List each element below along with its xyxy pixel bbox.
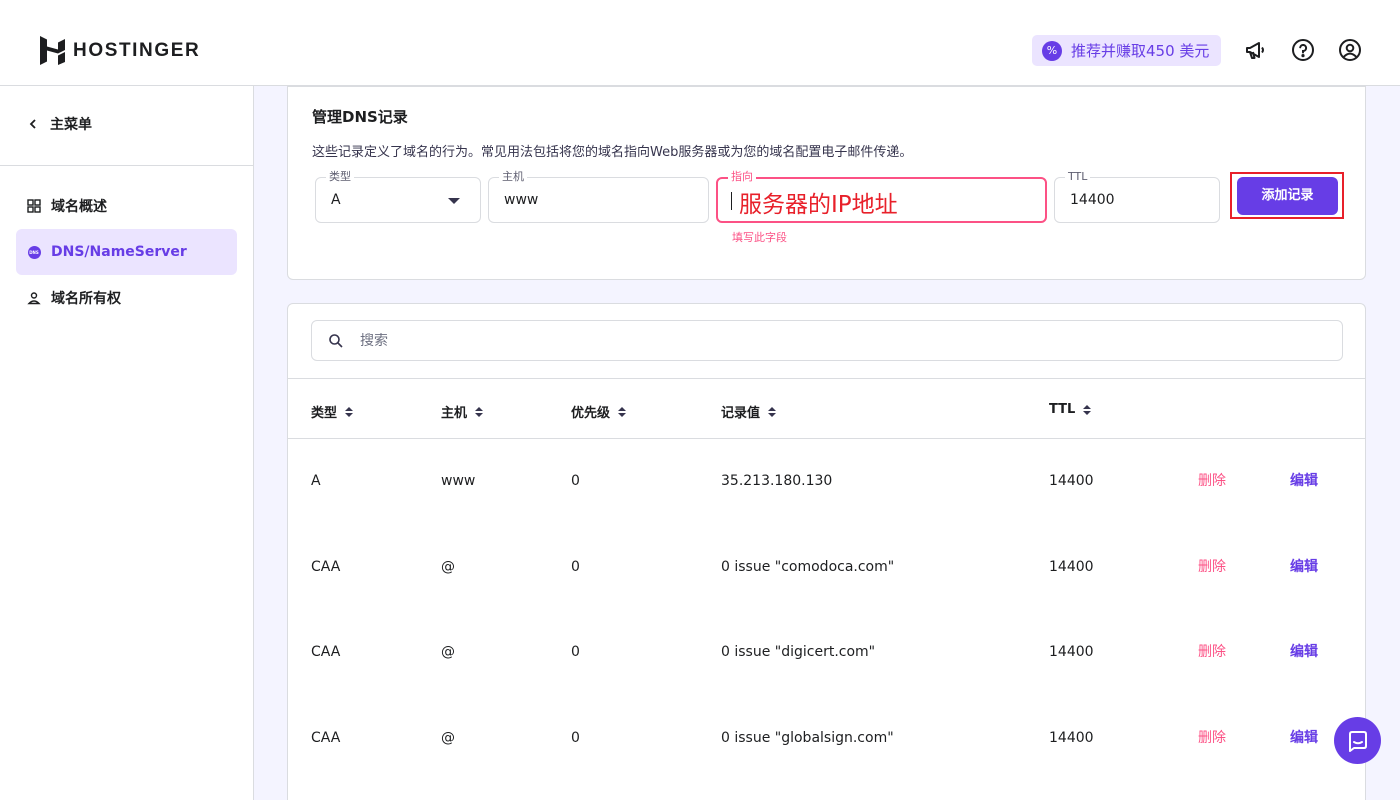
cell-host: www xyxy=(441,473,476,489)
cell-value: 0 issue "globalsign.com" xyxy=(721,730,894,746)
sidebar: 主菜单 域名概述 DNS DNS/NameServer 域名所有权 xyxy=(0,86,254,800)
sidebar-item-label: DNS/NameServer xyxy=(51,244,187,260)
cell-ttl: 14400 xyxy=(1049,730,1094,746)
ttl-label: TTL xyxy=(1065,170,1091,184)
column-header-label: TTL xyxy=(1049,402,1076,417)
help-icon[interactable] xyxy=(1291,38,1315,62)
column-header-ttl[interactable]: TTL xyxy=(1049,402,1092,417)
cell-priority: 0 xyxy=(571,559,580,575)
cell-type: CAA xyxy=(311,730,341,746)
column-header-label: 优先级 xyxy=(571,406,611,421)
column-header-type[interactable]: 类型 xyxy=(311,402,354,421)
grid-icon xyxy=(27,199,41,213)
table-row: CAA @ 0 0 issue "digicert.com" 14400 删除 … xyxy=(288,609,1365,695)
chat-icon xyxy=(1348,730,1367,752)
user-icon xyxy=(27,291,41,305)
cell-ttl: 14400 xyxy=(1049,473,1094,489)
cell-value: 0 issue "comodoca.com" xyxy=(721,559,895,575)
edit-button[interactable]: 编辑 xyxy=(1290,695,1318,781)
search-box[interactable] xyxy=(311,320,1343,361)
cell-host: @ xyxy=(441,559,455,575)
type-label: 类型 xyxy=(326,170,354,184)
hostinger-logo-icon xyxy=(40,36,65,65)
cell-type: A xyxy=(311,473,321,489)
delete-button[interactable]: 删除 xyxy=(1198,438,1226,524)
column-header-host[interactable]: 主机 xyxy=(441,402,484,421)
account-icon[interactable] xyxy=(1338,38,1362,62)
cell-type: CAA xyxy=(311,559,341,575)
delete-button[interactable]: 删除 xyxy=(1198,609,1226,695)
dns-records-card: 类型 主机 优先级 记录值 TTL A www 0 35.213.180.130… xyxy=(287,303,1366,800)
sidebar-item-dns[interactable]: DNS DNS/NameServer xyxy=(16,229,237,275)
search-icon xyxy=(329,333,343,348)
type-value: A xyxy=(331,192,341,208)
edit-button[interactable]: 编辑 xyxy=(1290,609,1318,695)
cell-priority: 0 xyxy=(571,473,580,489)
search-input[interactable] xyxy=(360,332,1260,349)
referral-label: 推荐并赚取450 美元 xyxy=(1071,42,1210,60)
edit-button[interactable]: 编辑 xyxy=(1290,438,1318,524)
card-title: 管理DNS记录 xyxy=(312,108,408,126)
column-header-label: 主机 xyxy=(441,406,468,421)
host-label: 主机 xyxy=(499,170,527,184)
sort-icon xyxy=(475,406,484,417)
cell-host: @ xyxy=(441,644,455,660)
cell-ttl: 14400 xyxy=(1049,644,1094,660)
edit-button[interactable]: 编辑 xyxy=(1290,524,1318,610)
top-header: HOSTINGER % 推荐并赚取450 美元 xyxy=(0,0,1400,86)
add-record-button[interactable]: 添加记录 xyxy=(1237,177,1338,215)
points-to-field[interactable]: 指向 服务器的IP地址 xyxy=(716,170,1047,223)
host-field[interactable]: 主机 www xyxy=(488,170,709,223)
manage-dns-card: 管理DNS记录 这些记录定义了域名的行为。常见用法包括将您的域名指向Web服务器… xyxy=(287,86,1366,280)
cell-priority: 0 xyxy=(571,644,580,660)
sidebar-item-domain-ownership[interactable]: 域名所有权 xyxy=(16,275,237,321)
delete-button[interactable]: 删除 xyxy=(1198,695,1226,781)
text-cursor xyxy=(731,192,732,210)
card-description: 这些记录定义了域名的行为。常见用法包括将您的域名指向Web服务器或为您的域名配置… xyxy=(312,145,913,160)
delete-button[interactable]: 删除 xyxy=(1198,524,1226,610)
sidebar-item-label: 域名概述 xyxy=(51,199,107,215)
cell-value: 0 issue "digicert.com" xyxy=(721,644,876,660)
column-header-priority[interactable]: 优先级 xyxy=(571,402,627,421)
table-row: CAA @ 0 0 issue "globalsign.com" 14400 删… xyxy=(288,695,1365,781)
dns-icon: DNS xyxy=(27,245,41,259)
ip-annotation: 服务器的IP地址 xyxy=(739,192,898,218)
brand-name: HOSTINGER xyxy=(73,39,201,61)
sort-icon xyxy=(1083,404,1092,415)
ttl-value: 14400 xyxy=(1070,192,1115,208)
chevron-left-icon xyxy=(29,119,36,129)
column-header-label: 类型 xyxy=(311,406,338,421)
sort-icon xyxy=(768,406,777,417)
sidebar-item-domain-overview[interactable]: 域名概述 xyxy=(16,183,237,229)
ttl-field[interactable]: TTL 14400 xyxy=(1054,170,1220,223)
cell-priority: 0 xyxy=(571,730,580,746)
megaphone-icon[interactable] xyxy=(1244,38,1268,62)
hostinger-logo[interactable]: HOSTINGER xyxy=(40,36,200,65)
field-error-message: 填写此字段 xyxy=(732,231,787,244)
sidebar-item-label: 域名所有权 xyxy=(51,291,121,307)
column-header-label: 记录值 xyxy=(721,406,761,421)
table-row: A www 0 35.213.180.130 14400 删除 编辑 xyxy=(288,438,1365,524)
type-select[interactable]: 类型 A xyxy=(315,170,481,223)
table-top-divider xyxy=(288,378,1365,379)
points-to-label: 指向 xyxy=(728,170,756,184)
cell-type: CAA xyxy=(311,644,341,660)
sort-icon xyxy=(345,406,354,417)
badge-percent-icon: % xyxy=(1042,40,1062,61)
back-to-main-menu[interactable]: 主菜单 xyxy=(26,114,92,134)
sidebar-divider xyxy=(0,165,253,166)
chat-launcher-button[interactable] xyxy=(1334,717,1381,764)
cell-ttl: 14400 xyxy=(1049,559,1094,575)
host-value: www xyxy=(504,192,539,208)
sort-icon xyxy=(618,406,627,417)
back-label: 主菜单 xyxy=(50,117,92,133)
cell-host: @ xyxy=(441,730,455,746)
table-row: CAA @ 0 0 issue "comodoca.com" 14400 删除 … xyxy=(288,524,1365,610)
column-header-value[interactable]: 记录值 xyxy=(721,402,777,421)
cell-value: 35.213.180.130 xyxy=(721,473,833,489)
chevron-down-icon xyxy=(448,198,460,204)
referral-button[interactable]: % 推荐并赚取450 美元 xyxy=(1032,35,1221,66)
